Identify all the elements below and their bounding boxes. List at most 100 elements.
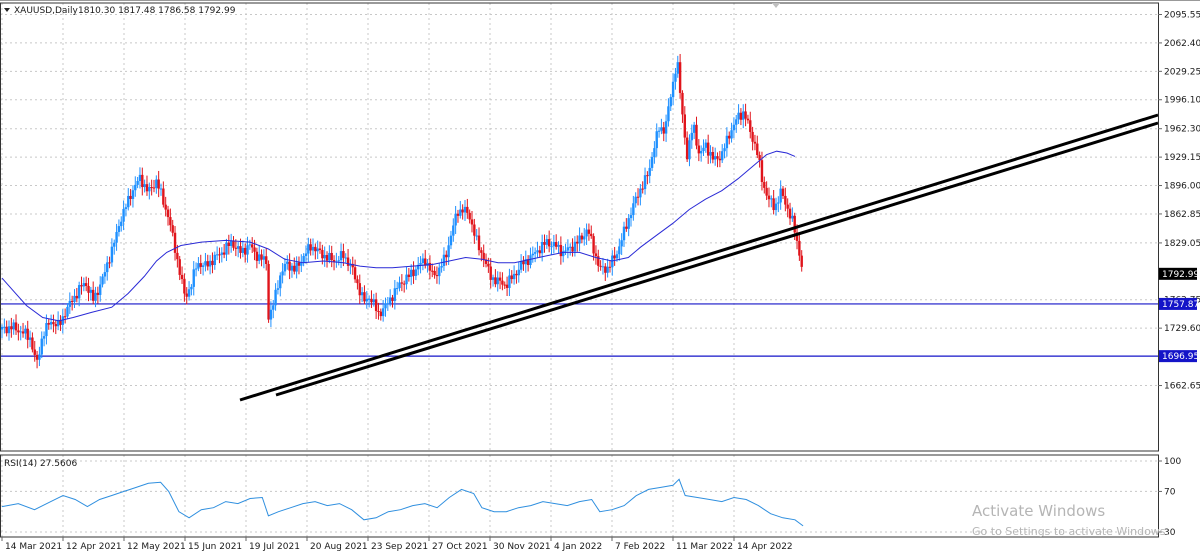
candle-body <box>501 280 504 285</box>
candle-body <box>35 354 39 360</box>
candle-body <box>281 271 284 276</box>
candle-body <box>374 299 378 311</box>
candle-body <box>718 158 722 161</box>
candle-body <box>685 137 689 160</box>
candle-body <box>353 267 357 280</box>
candle-body <box>447 245 450 258</box>
candle-body <box>194 268 198 270</box>
candle-body <box>211 260 214 266</box>
candle-body <box>463 206 467 213</box>
candle-body <box>428 262 432 271</box>
time-tick-label: 15 Jun 2021 <box>188 542 242 552</box>
candle-body <box>564 250 567 252</box>
candle-body <box>68 300 72 307</box>
candle-body <box>138 174 142 182</box>
trading-chart[interactable]: XAUUSD,Daily 1810.30 1817.48 1786.58 1792… <box>0 0 1200 556</box>
candle-body <box>529 255 532 265</box>
candle-body <box>452 225 455 236</box>
candle-body <box>498 277 502 281</box>
candle-body <box>47 323 50 325</box>
time-tick-label: 14 Mar 2021 <box>5 542 62 552</box>
candle-body <box>753 141 757 144</box>
price-tick-label: 1929.15 <box>1164 153 1200 163</box>
candle-body <box>664 121 668 134</box>
watermark-title: Activate Windows <box>972 502 1105 520</box>
time-tick-label: 12 Apr 2021 <box>66 542 122 552</box>
candle-body <box>131 190 135 199</box>
candle-body <box>42 336 46 339</box>
candle-body <box>173 232 177 253</box>
candle-body <box>569 246 572 248</box>
candle-body <box>248 244 252 246</box>
candle-body <box>253 247 256 252</box>
candle-body <box>489 266 492 280</box>
chart-header: XAUUSD,Daily 1810.30 1817.48 1786.58 1792… <box>4 6 236 16</box>
candle-body <box>246 245 249 255</box>
candle-body <box>19 331 22 333</box>
candle-body <box>346 257 350 266</box>
candle-body <box>31 337 34 350</box>
candle-body <box>660 127 663 131</box>
candle-body <box>229 240 233 246</box>
candle-body <box>295 262 298 272</box>
candle-body <box>166 209 170 218</box>
candle-body <box>519 261 523 270</box>
candle-body <box>629 215 633 219</box>
candle-body <box>262 256 266 260</box>
candle-body <box>742 111 745 120</box>
candle-body <box>63 316 67 318</box>
candle-body <box>791 215 794 219</box>
candle-body <box>503 284 506 286</box>
candle-body <box>232 240 235 248</box>
price-tick-label: 1829.05 <box>1164 239 1200 249</box>
candle-body <box>110 246 114 263</box>
candle-body <box>243 247 247 255</box>
candle-body <box>554 242 558 247</box>
candle-body <box>77 285 81 299</box>
candle-body <box>87 285 90 293</box>
candle-body <box>227 242 231 246</box>
candle-body <box>38 354 41 360</box>
candle-body <box>234 247 238 249</box>
candle-body <box>290 265 294 271</box>
candle-body <box>274 289 277 306</box>
candle-body <box>302 256 305 263</box>
candle-body <box>475 235 478 237</box>
candle-body <box>669 97 672 107</box>
candle-body <box>398 282 401 289</box>
candle-body <box>3 326 6 328</box>
candle-body <box>730 130 733 139</box>
candle-body <box>402 283 406 285</box>
candle-body <box>510 275 513 280</box>
candle-body <box>236 246 240 249</box>
candle-body <box>272 305 275 310</box>
price-tick-label: 2029.25 <box>1164 67 1200 77</box>
candle-body <box>127 195 130 208</box>
candle-body <box>667 106 670 122</box>
candle-body <box>543 242 546 245</box>
candle-body <box>10 326 13 330</box>
candle-body <box>412 269 415 276</box>
candle-body <box>545 239 549 245</box>
candle-body <box>767 195 771 200</box>
candle-body <box>496 277 499 285</box>
candle-body <box>590 233 593 237</box>
candle-body <box>360 292 364 296</box>
candle-body <box>307 244 310 254</box>
candle-body <box>695 124 698 146</box>
candle-body <box>122 208 125 222</box>
candle-body <box>26 328 29 340</box>
candle-body <box>225 242 228 255</box>
candle-body <box>17 330 20 333</box>
candle-body <box>108 262 111 264</box>
candle-body <box>468 212 471 220</box>
candle-body <box>115 231 118 243</box>
candle-body <box>728 135 731 139</box>
candle-body <box>723 148 726 152</box>
candle-body <box>143 184 146 188</box>
candle-body <box>763 182 766 188</box>
candle-body <box>45 323 48 337</box>
candle-body <box>405 274 408 285</box>
candle-body <box>725 135 729 149</box>
candle-body <box>70 300 74 302</box>
